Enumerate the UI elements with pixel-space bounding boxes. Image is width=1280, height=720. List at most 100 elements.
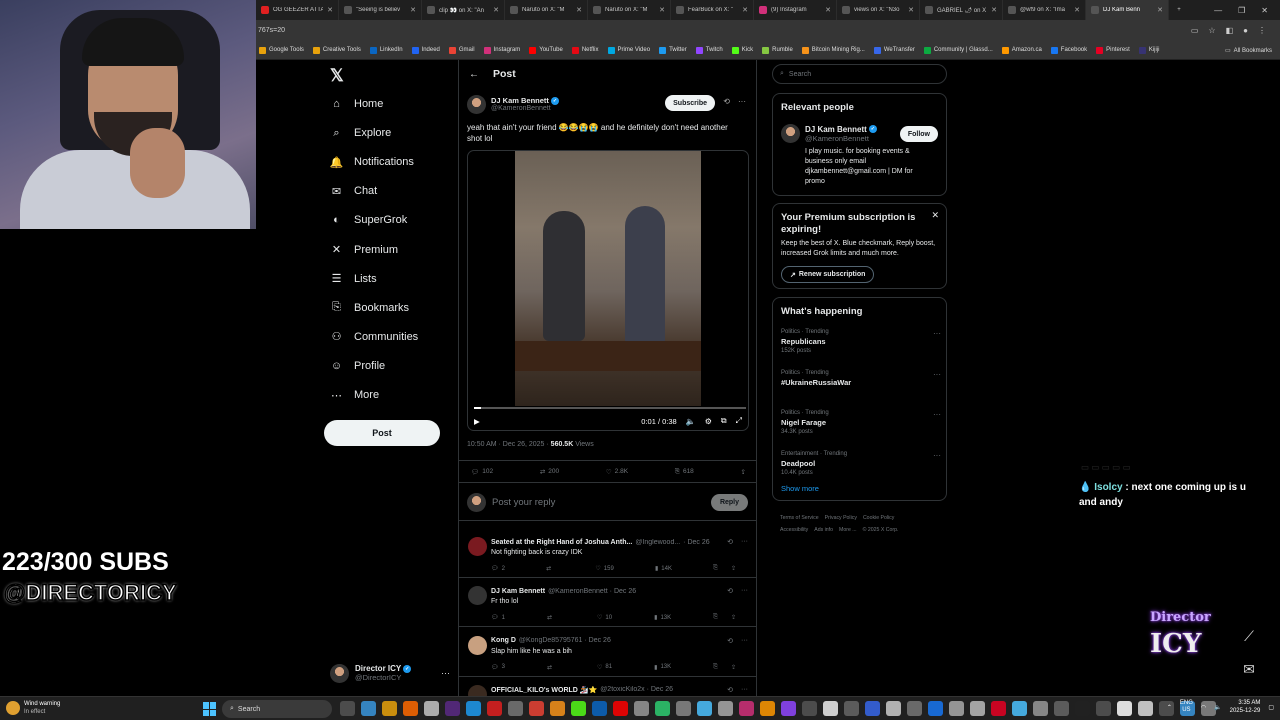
- bookmark-item[interactable]: Netflix: [571, 46, 599, 54]
- taskbar-app-icon[interactable]: [865, 701, 880, 716]
- more-icon[interactable]: ···: [441, 668, 450, 678]
- taskbar-search[interactable]: ⌕ Search: [222, 700, 332, 718]
- grok-icon[interactable]: ⟲: [723, 97, 730, 106]
- bookmark-icon[interactable]: ⎘: [713, 664, 718, 671]
- close-tab-icon[interactable]: ✕: [1157, 6, 1163, 14]
- taskbar-app-icon[interactable]: [466, 701, 481, 716]
- share-icon[interactable]: ⇪: [741, 468, 746, 476]
- taskbar-app-icon[interactable]: [1012, 701, 1027, 716]
- back-arrow-icon[interactable]: ←: [469, 69, 479, 80]
- reply-item[interactable]: Seated at the Right Hand of Joshua Anth.…: [459, 529, 756, 578]
- bookmark-item[interactable]: YouTube: [529, 46, 563, 54]
- bookmark-item[interactable]: Creative Tools: [312, 46, 361, 54]
- taskbar-app-icon[interactable]: [1075, 701, 1090, 716]
- reply-author-name[interactable]: OFFICIAL_KILO's WORLD 🏂⭐: [491, 686, 597, 694]
- taskbar-app-icon[interactable]: [823, 701, 838, 716]
- taskbar-app-icon[interactable]: [634, 701, 649, 716]
- grok-icon[interactable]: ⟲: [727, 538, 733, 546]
- speaker-icon[interactable]: 🔈: [1214, 704, 1221, 711]
- bookmark-item[interactable]: Prime Video: [607, 46, 650, 54]
- more-icon[interactable]: ···: [741, 538, 748, 546]
- grok-icon[interactable]: ⟋: [1244, 628, 1254, 645]
- taskbar-app-icon[interactable]: [529, 701, 544, 716]
- start-button[interactable]: [203, 702, 217, 716]
- reply-action[interactable]: ⇄: [547, 614, 555, 621]
- post-timestamp[interactable]: 10:50 AM · Dec 26, 2025 ·: [467, 441, 551, 448]
- all-bookmarks-button[interactable]: ▭ All Bookmarks: [1224, 41, 1272, 59]
- grok-icon[interactable]: ⟲: [727, 587, 733, 595]
- reply-action[interactable]: ♡ 81: [597, 664, 612, 671]
- nav-item-chat[interactable]: ✉ Chat: [330, 182, 377, 200]
- bookmark-item[interactable]: Pinterest: [1096, 46, 1130, 54]
- cast-icon[interactable]: ▭: [1191, 26, 1199, 35]
- footer-link[interactable]: Ads info: [814, 527, 833, 533]
- nav-item-supergrok[interactable]: ◐ SuperGrok: [330, 211, 407, 229]
- reply-action[interactable]: 💬︎ 2: [491, 565, 505, 573]
- weather-widget[interactable]: Wind warning In effect: [6, 700, 60, 716]
- taskbar-app-icon[interactable]: [928, 701, 943, 716]
- browser-tab[interactable]: clip 👀 on X: "An ✕: [422, 0, 505, 20]
- reply-action[interactable]: ⇄: [546, 565, 554, 572]
- taskbar-app-icon[interactable]: [907, 701, 922, 716]
- post-button[interactable]: Post: [324, 420, 440, 446]
- renew-subscription-button[interactable]: ↗ Renew subscription: [781, 266, 875, 283]
- chevron-up-icon[interactable]: ⌃: [1167, 704, 1172, 711]
- like-action[interactable]: ♡ 2.8K: [606, 468, 628, 476]
- reply-item[interactable]: Kong D @KongDe85795761 · Dec 26 ⟲ ··· Slap h…: [459, 628, 756, 677]
- person-name[interactable]: DJ Kam Bennett: [805, 125, 867, 134]
- taskbar-app-icon[interactable]: [1096, 701, 1111, 716]
- maximize-icon[interactable]: ❐: [1238, 6, 1245, 15]
- reply-button[interactable]: Reply: [710, 494, 748, 511]
- repost-action[interactable]: ⇄ 200: [540, 468, 559, 476]
- reply-action[interactable]: ♡ 159: [595, 565, 613, 573]
- browser-tab[interactable]: FearBuck on X: " ✕: [671, 0, 754, 20]
- settings-icon[interactable]: ⚙: [705, 417, 712, 426]
- taskbar-app-icon[interactable]: [844, 701, 859, 716]
- reply-avatar[interactable]: [468, 537, 487, 556]
- nav-item-lists[interactable]: ☰ Lists: [330, 270, 377, 288]
- taskbar-app-icon[interactable]: [487, 701, 502, 716]
- taskbar-app-icon[interactable]: [550, 701, 565, 716]
- nav-item-explore[interactable]: ⌕ Explore: [330, 124, 391, 142]
- author-avatar[interactable]: [467, 94, 486, 114]
- footer-link[interactable]: Accessibility: [780, 527, 808, 533]
- nav-item-bookmarks[interactable]: ⎘ Bookmarks: [330, 299, 409, 317]
- address-bar[interactable]: 767s=20 ▭ ☆ ◧ ● ⋮: [256, 20, 1280, 41]
- bookmark-item[interactable]: Kick: [731, 46, 753, 54]
- bookmark-icon[interactable]: ⎘: [713, 614, 718, 621]
- close-tab-icon[interactable]: ✕: [576, 6, 582, 14]
- more-icon[interactable]: ···: [741, 587, 748, 595]
- taskbar-app-icon[interactable]: [1138, 701, 1153, 716]
- taskbar-app-icon[interactable]: [760, 701, 775, 716]
- footer-link[interactable]: © 2025 X Corp.: [863, 527, 899, 533]
- reply-action[interactable]: ♡ 10: [597, 614, 612, 622]
- reply-input[interactable]: Post your reply: [492, 497, 705, 508]
- taskbar-app-icon[interactable]: [382, 701, 397, 716]
- bookmark-icon[interactable]: ⎘: [713, 565, 718, 572]
- taskbar-app-icon[interactable]: [949, 701, 964, 716]
- grok-icon[interactable]: ⟲: [727, 637, 733, 645]
- reply-avatar[interactable]: [468, 586, 487, 606]
- close-tab-icon[interactable]: ✕: [908, 6, 914, 14]
- footer-link[interactable]: More ...: [839, 527, 857, 533]
- taskbar-app-icon[interactable]: [571, 701, 586, 716]
- author-handle[interactable]: @KameronBennett: [491, 105, 559, 112]
- profile-icon[interactable]: ●: [1243, 26, 1248, 35]
- taskbar-app-icon[interactable]: [424, 701, 439, 716]
- extensions-icon[interactable]: ◧: [1226, 26, 1234, 35]
- reply-author-handle[interactable]: @KameronBennett · Dec 26: [548, 588, 636, 595]
- close-tab-icon[interactable]: ✕: [327, 6, 333, 14]
- reply-action[interactable]: 💬︎ 102: [471, 468, 493, 476]
- reply-action[interactable]: 💬︎ 3: [491, 664, 505, 671]
- fullscreen-icon[interactable]: ⤢: [736, 416, 742, 426]
- close-tab-icon[interactable]: ✕: [493, 6, 499, 14]
- reply-action[interactable]: 💬︎ 1: [491, 614, 505, 622]
- more-icon[interactable]: ···: [741, 637, 748, 645]
- taskbar-app-icon[interactable]: [970, 701, 985, 716]
- reply-date[interactable]: · Dec 26: [683, 539, 709, 546]
- more-icon[interactable]: ···: [933, 329, 941, 338]
- language-indicator[interactable]: ENG US: [1180, 700, 1193, 714]
- menu-icon[interactable]: ⋮: [1258, 26, 1266, 35]
- reply-action[interactable]: ▮ 13K: [654, 664, 671, 671]
- close-window-icon[interactable]: ✕: [1261, 6, 1268, 15]
